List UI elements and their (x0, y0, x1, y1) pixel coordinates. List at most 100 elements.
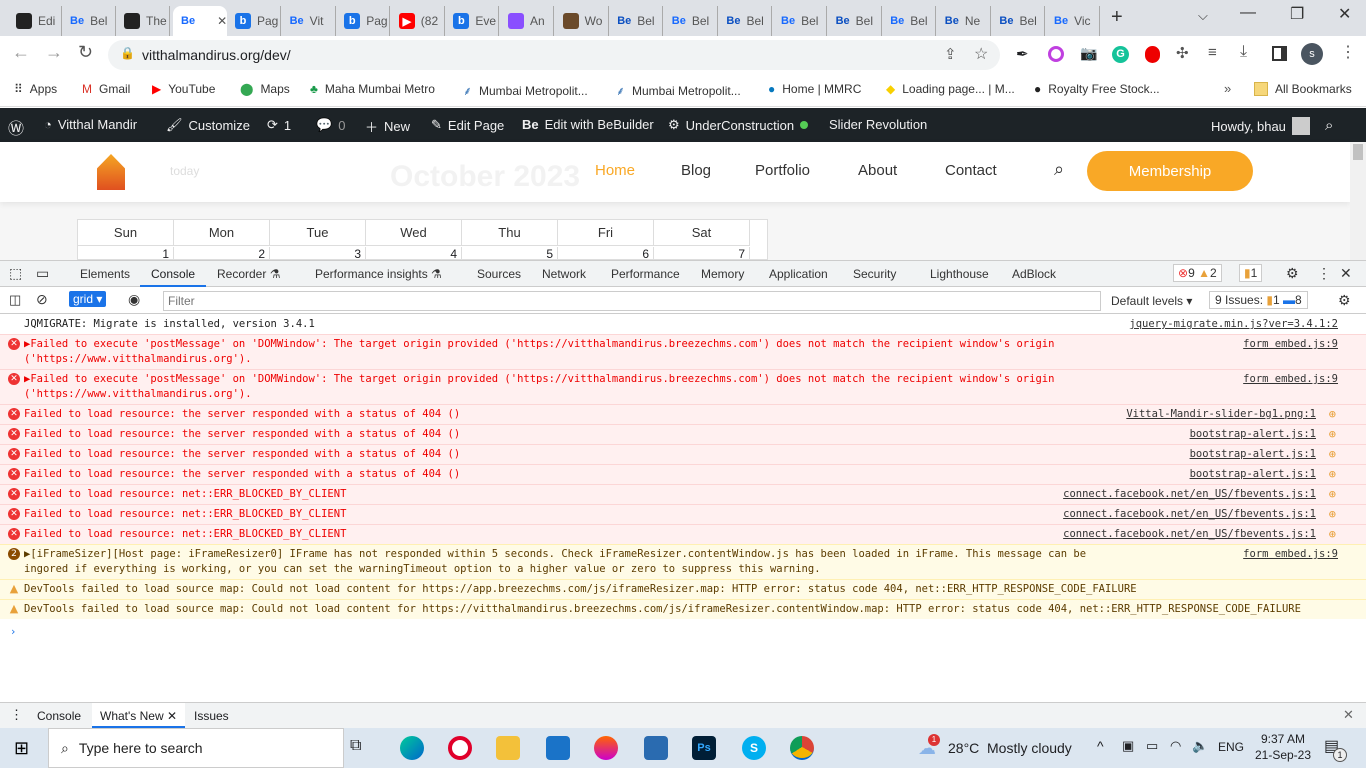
search-icon[interactable]: ⌕ (1325, 117, 1333, 134)
close-window-button[interactable]: ✕ (1338, 4, 1351, 24)
nav-link-blog[interactable]: Blog (681, 162, 711, 179)
source-link[interactable]: form embed.js:9 (1243, 547, 1338, 562)
bookmark-item[interactable]: ● Royalty Free Stock... (1034, 82, 1160, 96)
bookmark-item[interactable]: ♣ Maha Mumbai Metro (310, 82, 435, 96)
forward-button[interactable]: → (45, 42, 63, 63)
devtools-tab-performance[interactable]: Performance (611, 267, 680, 281)
volume-icon[interactable]: 🔈 (1192, 738, 1208, 754)
wp-slider-revolution-link[interactable]: Slider Revolution (829, 117, 927, 132)
wp-comments-link[interactable]: 💬 0 (316, 117, 345, 133)
calendar-day-cell[interactable]: 1 (78, 247, 174, 261)
wp-edit-page-link[interactable]: ✎ Edit Page (431, 117, 504, 133)
calendar-today-button[interactable]: today (170, 164, 199, 178)
devtools-tab-performance[interactable]: Performance insights ⚗ (315, 267, 442, 281)
devtools-tab-recorder[interactable]: Recorder ⚗ (217, 267, 280, 281)
devtools-tab-console[interactable]: Console (140, 267, 207, 287)
nav-link-portfolio[interactable]: Portfolio (755, 162, 810, 179)
camera-extension-icon[interactable]: 📷 (1080, 45, 1097, 62)
clear-console-icon[interactable]: ⊘ (36, 291, 48, 308)
browser-tab[interactable]: The (116, 6, 170, 36)
network-request-icon[interactable]: ⊕ (1329, 467, 1336, 482)
bookmark-item[interactable]: ◆ Loading page... | M... (886, 82, 1015, 96)
live-expression-eye-icon[interactable]: ◉ (128, 291, 140, 308)
source-link[interactable]: jquery-migrate.min.js?ver=3.4.1:2 (1129, 317, 1338, 332)
browser-tab[interactable]: Be Ne (937, 6, 991, 36)
profile-avatar[interactable]: s (1301, 43, 1323, 65)
browser-tab[interactable]: Be Vic (1046, 6, 1100, 36)
taskbar-search-box[interactable]: ⌕ Type here to search (48, 728, 344, 768)
eyedropper-extension-icon[interactable]: ✒ (1016, 45, 1029, 63)
devtools-tab-lighthouse[interactable]: Lighthouse (930, 267, 989, 281)
side-panel-icon[interactable] (1272, 46, 1287, 61)
maximize-button[interactable]: ❐ (1290, 4, 1304, 24)
clock-time[interactable]: 9:37 AM (1258, 732, 1308, 746)
wp-new-link[interactable]: ＋ New (365, 117, 410, 136)
extensions-puzzle-icon[interactable]: ✣ (1176, 44, 1189, 62)
all-bookmarks[interactable]: All Bookmarks (1254, 82, 1352, 96)
color-extension-icon[interactable] (1048, 46, 1064, 62)
console-prompt[interactable]: › (0, 623, 1366, 642)
bookmark-item[interactable]: ⠿ Apps (14, 82, 57, 96)
close-drawer-icon[interactable]: ✕ (1343, 707, 1354, 723)
calendar-day-cell[interactable]: 2 (174, 247, 270, 261)
wp-customize-link[interactable]: 🖌 Customize (166, 117, 250, 133)
bookmark-item[interactable]: ⬤ Maps (240, 82, 290, 96)
browser-tab[interactable]: Be Bel (773, 6, 827, 36)
edge-icon[interactable] (400, 736, 424, 760)
browser-tab[interactable]: Be Bel (718, 6, 773, 36)
source-link[interactable]: form embed.js:9 (1243, 337, 1338, 352)
browser-tab[interactable]: An (500, 6, 554, 36)
console-settings-icon[interactable]: ⚙ (1338, 292, 1351, 309)
scrollbar-thumb[interactable] (1353, 144, 1363, 160)
wp-updates-link[interactable]: ⟳ 1 (267, 117, 291, 133)
browser-tab[interactable]: Edi (8, 6, 62, 36)
camera-icon[interactable]: ▣ (1122, 738, 1134, 754)
source-link[interactable]: bootstrap-alert.js:1 (1190, 467, 1316, 482)
source-link[interactable]: connect.facebook.net/en_US/fbevents.js:1 (1063, 487, 1316, 502)
browser-tab[interactable]: b Eve (445, 6, 500, 36)
browser-tab[interactable]: ▶ (82 (391, 6, 445, 36)
network-request-icon[interactable]: ⊕ (1329, 487, 1336, 502)
browser-tab[interactable]: Be Bel (882, 6, 937, 36)
browser-tab[interactable]: Be Bel (664, 6, 718, 36)
device-toolbar-icon[interactable]: ▭ (36, 265, 49, 282)
source-link[interactable]: bootstrap-alert.js:1 (1190, 447, 1316, 462)
browser-tab[interactable]: Wo (555, 6, 609, 36)
bookmark-item[interactable]: ⸙ Mumbai Metropolit... (616, 82, 741, 99)
mail-icon[interactable] (546, 736, 570, 760)
nav-link-about[interactable]: About (858, 162, 897, 179)
firefox-icon[interactable] (594, 736, 618, 760)
share-icon[interactable]: ⇪ (944, 45, 957, 63)
source-link[interactable]: connect.facebook.net/en_US/fbevents.js:1 (1063, 527, 1316, 542)
battery-icon[interactable]: ▭ (1146, 738, 1158, 754)
network-request-icon[interactable]: ⊕ (1329, 427, 1336, 442)
wifi-icon[interactable]: ◠ (1170, 738, 1181, 754)
error-warning-counter[interactable]: ⊗9 ▲2 (1173, 264, 1222, 282)
bookmark-item[interactable]: ▶ YouTube (152, 82, 215, 96)
chrome-icon[interactable] (790, 736, 814, 760)
more-bookmarks-button[interactable]: » (1224, 81, 1231, 96)
wp-howdy-account[interactable]: Howdy, bhau (1211, 117, 1310, 135)
devtools-tab-security[interactable]: Security (853, 267, 896, 281)
devtools-tab-sources[interactable]: Sources (477, 267, 521, 281)
network-request-icon[interactable]: ⊕ (1329, 447, 1336, 462)
page-scrollbar[interactable] (1350, 142, 1366, 260)
source-link[interactable]: bootstrap-alert.js:1 (1190, 427, 1316, 442)
tab-search-icon[interactable]: ⌵ (1198, 8, 1208, 24)
close-devtools-icon[interactable]: ✕ (1340, 265, 1352, 282)
browser-tab[interactable]: Be Vit (282, 6, 336, 36)
wp-bebuilder-link[interactable]: Be Edit with BeBuilder (522, 117, 654, 132)
network-request-icon[interactable]: ⊕ (1329, 527, 1336, 542)
devtools-tab-network[interactable]: Network (542, 267, 586, 281)
nav-link-home[interactable]: Home (595, 162, 635, 179)
grammarly-extension-icon[interactable]: G (1112, 46, 1129, 63)
site-logo[interactable] (97, 154, 125, 190)
browser-tab[interactable]: Be Bel (828, 6, 882, 36)
browser-tab[interactable]: b Pag (227, 6, 281, 36)
drawer-menu-icon[interactable]: ⋮ (10, 707, 23, 723)
language-indicator[interactable]: ENG (1218, 740, 1244, 754)
skype-icon[interactable]: S (742, 736, 766, 760)
wp-site-link[interactable]: ◔ Vitthal Mandir (44, 117, 137, 132)
bookmark-star-icon[interactable]: ☆ (974, 44, 988, 64)
reload-button[interactable]: ↻ (78, 42, 93, 63)
